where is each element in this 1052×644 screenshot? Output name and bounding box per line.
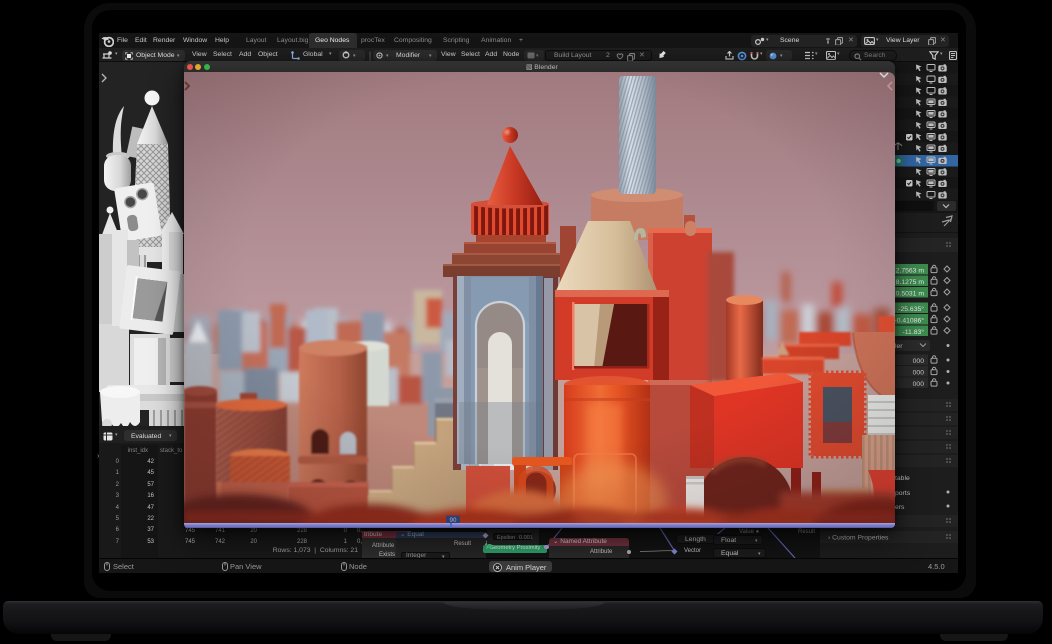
svg-text:-0.41086°: -0.41086° bbox=[894, 317, 924, 325]
svg-text:2.7563 m: 2.7563 m bbox=[896, 268, 925, 275]
svg-text:8.1275 m: 8.1275 m bbox=[896, 279, 925, 286]
svg-text:000: 000 bbox=[913, 381, 925, 388]
svg-text:000: 000 bbox=[913, 370, 925, 377]
svg-text:table: table bbox=[895, 475, 910, 482]
svg-text:-25.635°: -25.635° bbox=[898, 305, 924, 313]
svg-text:ler: ler bbox=[895, 343, 903, 350]
svg-text:ports: ports bbox=[895, 490, 911, 497]
svg-text:0.5031 m: 0.5031 m bbox=[896, 291, 925, 298]
svg-text:ers: ers bbox=[895, 504, 905, 511]
svg-text:-11.83°: -11.83° bbox=[903, 328, 925, 336]
svg-text:000: 000 bbox=[913, 358, 925, 365]
svg-text:› Custom Properties: › Custom Properties bbox=[828, 535, 889, 542]
